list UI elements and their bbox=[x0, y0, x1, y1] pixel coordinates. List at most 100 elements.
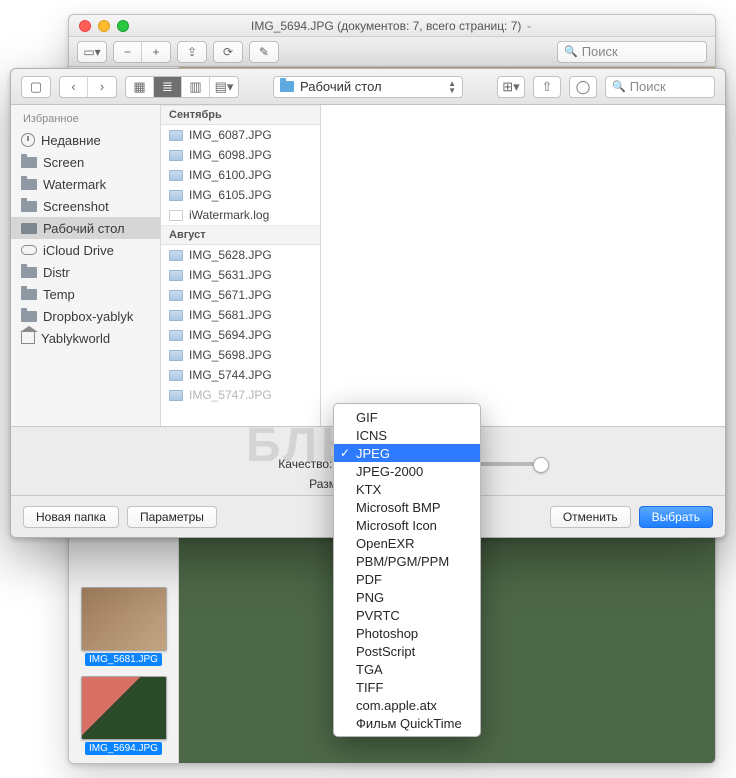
tags-button[interactable]: ◯ bbox=[569, 76, 597, 98]
file-row[interactable]: IMG_5631.JPG bbox=[161, 265, 320, 285]
file-row[interactable]: IMG_6098.JPG bbox=[161, 145, 320, 165]
format-option--quicktime[interactable]: Фильм QuickTime bbox=[334, 714, 480, 732]
preview-search-input[interactable]: 🔍 Поиск bbox=[557, 41, 707, 63]
preview-titlebar[interactable]: IMG_5694.JPG (документов: 7, всего стран… bbox=[69, 15, 715, 37]
thumbnail-item[interactable]: IMG_5694.JPG bbox=[81, 676, 167, 755]
minimize-window-button[interactable] bbox=[98, 20, 110, 32]
zoom-in-button[interactable]: + bbox=[142, 42, 170, 62]
format-option-pdf[interactable]: PDF bbox=[334, 570, 480, 588]
format-option-openexr[interactable]: OpenEXR bbox=[334, 534, 480, 552]
thumbnail-image bbox=[81, 676, 167, 740]
image-file-icon bbox=[169, 350, 183, 361]
file-row[interactable]: IMG_5694.JPG bbox=[161, 325, 320, 345]
file-name: IMG_6105.JPG bbox=[189, 188, 272, 202]
format-option-pvrtc[interactable]: PVRTC bbox=[334, 606, 480, 624]
file-column[interactable]: СентябрьIMG_6087.JPGIMG_6098.JPGIMG_6100… bbox=[161, 105, 321, 426]
image-file-icon bbox=[169, 310, 183, 321]
sidebar-item-рабочий-стол[interactable]: Рабочий стол bbox=[11, 217, 160, 239]
view-gallery-button[interactable]: ▤▾ bbox=[210, 77, 238, 97]
params-button[interactable]: Параметры bbox=[127, 506, 217, 528]
file-row[interactable]: IMG_5681.JPG bbox=[161, 305, 320, 325]
format-option-ktx[interactable]: KTX bbox=[334, 480, 480, 498]
view-column-button[interactable]: ▥ bbox=[182, 77, 210, 97]
view-icon-button[interactable]: ▦ bbox=[126, 77, 154, 97]
choose-button[interactable]: Выбрать bbox=[639, 506, 713, 528]
image-file-icon bbox=[169, 190, 183, 201]
file-row[interactable]: iWatermark.log bbox=[161, 205, 320, 225]
sidebar-item-icloud-drive[interactable]: iCloud Drive bbox=[11, 239, 160, 261]
file-name: IMG_6100.JPG bbox=[189, 168, 272, 182]
folder-icon bbox=[21, 289, 37, 300]
forward-button[interactable]: › bbox=[88, 77, 116, 97]
search-icon: 🔍 bbox=[564, 45, 578, 58]
sidebar-item-yablykworld[interactable]: Yablykworld bbox=[11, 327, 160, 349]
image-file-icon bbox=[169, 130, 183, 141]
rotate-button[interactable]: ⟳ bbox=[214, 42, 242, 62]
title-chevron-icon[interactable]: ⌄ bbox=[525, 20, 533, 31]
share-button[interactable]: ⇧ bbox=[533, 76, 561, 98]
format-option-icns[interactable]: ICNS bbox=[334, 426, 480, 444]
file-row[interactable]: IMG_5744.JPG bbox=[161, 365, 320, 385]
new-folder-button[interactable]: Новая папка bbox=[23, 506, 119, 528]
folder-icon bbox=[21, 179, 37, 190]
path-popup[interactable]: Рабочий стол ▲▼ bbox=[273, 76, 463, 98]
thumbnail-item[interactable]: IMG_5681.JPG bbox=[81, 587, 167, 666]
file-name: IMG_5628.JPG bbox=[189, 248, 272, 262]
preview-toolbar: ▭▾ − + ⇪ ⟳ ✎ 🔍 Поиск bbox=[69, 37, 715, 67]
format-option-jpeg[interactable]: JPEG bbox=[334, 444, 480, 462]
format-option-tiff[interactable]: TIFF bbox=[334, 678, 480, 696]
file-row[interactable]: IMG_5698.JPG bbox=[161, 345, 320, 365]
file-row[interactable]: IMG_5628.JPG bbox=[161, 245, 320, 265]
format-option-png[interactable]: PNG bbox=[334, 588, 480, 606]
sidebar-item-watermark[interactable]: Watermark bbox=[11, 173, 160, 195]
sidebar-item-screenshot[interactable]: Screenshot bbox=[11, 195, 160, 217]
file-row[interactable]: IMG_6087.JPG bbox=[161, 125, 320, 145]
sidebar-toggle-button[interactable]: ▢ bbox=[22, 77, 50, 97]
sidebar-item-distr[interactable]: Distr bbox=[11, 261, 160, 283]
cancel-button[interactable]: Отменить bbox=[550, 506, 631, 528]
finder-search-input[interactable]: 🔍 Поиск bbox=[605, 76, 715, 98]
format-dropdown-menu[interactable]: GIFICNSJPEGJPEG-2000KTXMicrosoft BMPMicr… bbox=[333, 403, 481, 737]
sidebar-item-screen[interactable]: Screen bbox=[11, 151, 160, 173]
sidebar-item-temp[interactable]: Temp bbox=[11, 283, 160, 305]
markup-button[interactable]: ✎ bbox=[250, 42, 278, 62]
format-option-postscript[interactable]: PostScript bbox=[334, 642, 480, 660]
format-option-com-apple-atx[interactable]: com.apple.atx bbox=[334, 696, 480, 714]
sidebar-item-label: Недавние bbox=[41, 133, 101, 148]
file-row[interactable]: IMG_6100.JPG bbox=[161, 165, 320, 185]
format-option-tga[interactable]: TGA bbox=[334, 660, 480, 678]
zoom-out-button[interactable]: − bbox=[114, 42, 142, 62]
file-group-header: Август bbox=[161, 225, 320, 245]
group-button[interactable]: ⊞▾ bbox=[497, 76, 525, 98]
zoom-window-button[interactable] bbox=[117, 20, 129, 32]
sidebar-item-недавние[interactable]: Недавние bbox=[11, 129, 160, 151]
file-row[interactable]: IMG_6105.JPG bbox=[161, 185, 320, 205]
home-icon bbox=[21, 332, 35, 344]
format-option-gif[interactable]: GIF bbox=[334, 408, 480, 426]
file-name: IMG_6098.JPG bbox=[189, 148, 272, 162]
folder-icon bbox=[21, 201, 37, 212]
preview-title: IMG_5694.JPG (документов: 7, всего стран… bbox=[251, 19, 521, 33]
file-row[interactable]: IMG_5671.JPG bbox=[161, 285, 320, 305]
image-file-icon bbox=[169, 170, 183, 181]
format-option-photoshop[interactable]: Photoshop bbox=[334, 624, 480, 642]
share-button[interactable]: ⇪ bbox=[178, 42, 206, 62]
view-list-button[interactable]: ≣ bbox=[154, 77, 182, 97]
image-file-icon bbox=[169, 330, 183, 341]
format-option-microsoft-icon[interactable]: Microsoft Icon bbox=[334, 516, 480, 534]
sidebar-item-label: Screen bbox=[43, 155, 84, 170]
format-option-jpeg-2000[interactable]: JPEG-2000 bbox=[334, 462, 480, 480]
format-option-pbm-pgm-ppm[interactable]: PBM/PGM/PPM bbox=[334, 552, 480, 570]
detail-pane bbox=[321, 105, 725, 426]
file-name: IMG_5671.JPG bbox=[189, 288, 272, 302]
quality-label: Качество: bbox=[122, 457, 332, 471]
folder-icon bbox=[21, 157, 37, 168]
close-window-button[interactable] bbox=[79, 20, 91, 32]
back-button[interactable]: ‹ bbox=[60, 77, 88, 97]
folder-icon bbox=[280, 81, 294, 92]
sidebar-toggle-button[interactable]: ▭▾ bbox=[78, 42, 106, 62]
text-file-icon bbox=[169, 210, 183, 221]
format-option-microsoft-bmp[interactable]: Microsoft BMP bbox=[334, 498, 480, 516]
file-row[interactable]: IMG_5747.JPG bbox=[161, 385, 320, 405]
sidebar-item-dropbox-yablyk[interactable]: Dropbox-yablyk bbox=[11, 305, 160, 327]
